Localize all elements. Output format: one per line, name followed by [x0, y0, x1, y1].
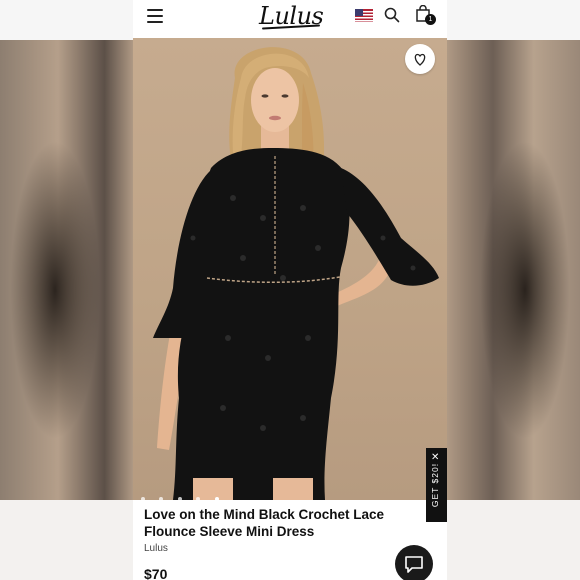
promo-tab[interactable]: ✕ GET $20!	[426, 448, 447, 522]
search-icon[interactable]	[384, 7, 400, 23]
cart-count-badge: 1	[425, 14, 436, 25]
product-title: Love on the Mind Black Crochet Lace Flou…	[144, 507, 385, 539]
promo-label: GET $20!	[430, 462, 440, 508]
wishlist-button[interactable]	[405, 44, 435, 74]
carousel-dot[interactable]	[196, 497, 201, 500]
mobile-screen: Lulus 1 ✕ GET $20! Love on the Mind Blac…	[133, 0, 447, 580]
chat-button[interactable]	[395, 545, 433, 580]
product-price: $70	[144, 566, 168, 580]
chat-bubble-icon	[405, 556, 423, 573]
heart-icon	[414, 53, 426, 66]
product-image[interactable]	[133, 38, 447, 500]
product-brand[interactable]: Lulus	[144, 543, 168, 554]
carousel-dot[interactable]	[141, 497, 145, 500]
carousel-dot[interactable]	[159, 497, 164, 500]
site-header: Lulus 1	[133, 0, 447, 38]
image-carousel-dots[interactable]	[141, 488, 229, 500]
carousel-dot[interactable]	[177, 497, 182, 500]
hamburger-menu-icon[interactable]	[147, 9, 163, 23]
us-flag-icon[interactable]	[355, 9, 373, 22]
carousel-dot-active[interactable]	[214, 497, 219, 500]
model-illustration	[153, 47, 439, 500]
